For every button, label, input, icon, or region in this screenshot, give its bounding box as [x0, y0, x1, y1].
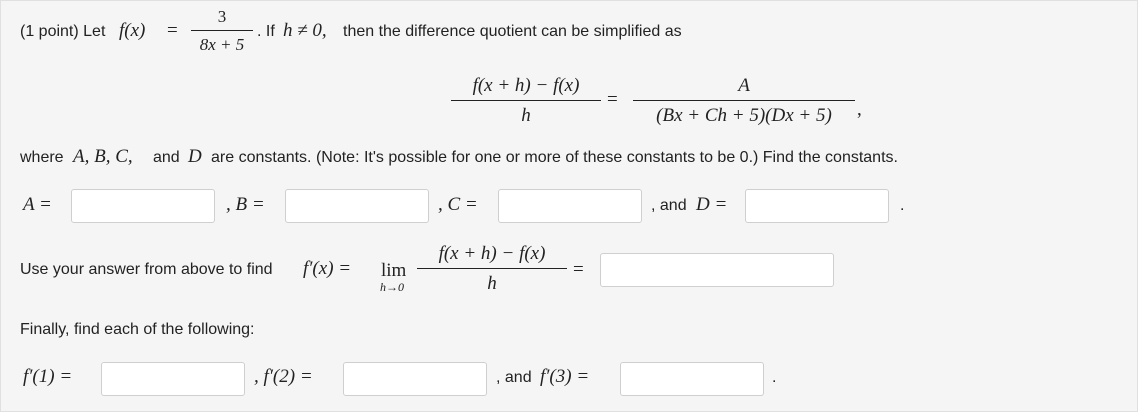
and-text-3: , and — [496, 369, 532, 386]
limit-fraction: f(x + h) − f(x) h — [417, 243, 567, 295]
rhs-denominator: (Bx + Ch + 5)(Dx + 5) — [656, 105, 832, 126]
intro-text: then the difference quotient can be simp… — [343, 23, 682, 40]
label-f1: f′(1) = — [23, 366, 73, 387]
label-c: , C = — [438, 194, 478, 215]
period-2: . — [772, 369, 777, 386]
limit-numerator: f(x + h) − f(x) — [438, 243, 546, 264]
finally-text: Finally, find each of the following: — [20, 321, 255, 338]
input-b[interactable] — [285, 189, 429, 223]
difference-quotient-lhs: f(x + h) − f(x) h — [451, 75, 601, 127]
input-f2[interactable] — [343, 362, 487, 396]
and-text-2: , and — [651, 197, 687, 214]
function-name: f(x) — [119, 20, 146, 41]
label-b: , B = — [226, 194, 265, 215]
fraction-bar — [451, 100, 601, 101]
input-f1[interactable] — [101, 362, 245, 396]
dq-denominator: h — [521, 105, 531, 126]
label-a: A = — [23, 194, 52, 215]
condition: h ≠ 0, — [283, 20, 327, 41]
problem-panel: (1 point) Let f(x) = 3 8x + 5 . If h ≠ 0… — [0, 0, 1138, 412]
label-f2: , f′(2) = — [254, 366, 313, 387]
fraction-bar — [633, 100, 855, 101]
input-fprime[interactable] — [600, 253, 834, 287]
input-d[interactable] — [745, 189, 889, 223]
input-f3[interactable] — [620, 362, 764, 396]
dq-numerator: f(x + h) − f(x) — [472, 75, 580, 96]
constants-list: A, B, C, — [73, 146, 133, 167]
difference-quotient-rhs: A (Bx + Ch + 5)(Dx + 5) — [633, 75, 855, 127]
period: . — [900, 197, 905, 214]
where-text: where — [20, 149, 64, 166]
and-text: and — [153, 149, 180, 166]
fraction-bar — [417, 268, 567, 269]
function-definition-fraction: 3 8x + 5 — [191, 7, 253, 55]
fraction-bar — [191, 30, 253, 31]
if-text: . If — [257, 23, 275, 40]
limit-denominator: h — [487, 273, 497, 294]
input-a[interactable] — [71, 189, 215, 223]
limit-symbol: lim — [381, 260, 407, 281]
fprime-x: f′(x) = — [303, 258, 352, 279]
constants-note: are constants. (Note: It's possible for … — [211, 149, 898, 166]
equals-sign: = — [167, 20, 178, 41]
rhs-numerator: A — [738, 75, 750, 96]
definition-denominator: 8x + 5 — [199, 35, 245, 54]
input-c[interactable] — [498, 189, 642, 223]
label-d: D = — [696, 194, 728, 215]
derivative-prompt: Use your answer from above to find — [20, 261, 273, 278]
limit-equals-sign: = — [573, 259, 584, 280]
trailing-comma: , — [857, 99, 862, 120]
label-f3: f′(3) = — [540, 366, 590, 387]
constant-d: D — [188, 146, 202, 167]
limit-subscript: h→0 — [380, 280, 404, 294]
dq-equals-sign: = — [607, 89, 618, 110]
point-label: (1 point) Let — [20, 23, 106, 40]
definition-numerator: 3 — [217, 7, 227, 26]
